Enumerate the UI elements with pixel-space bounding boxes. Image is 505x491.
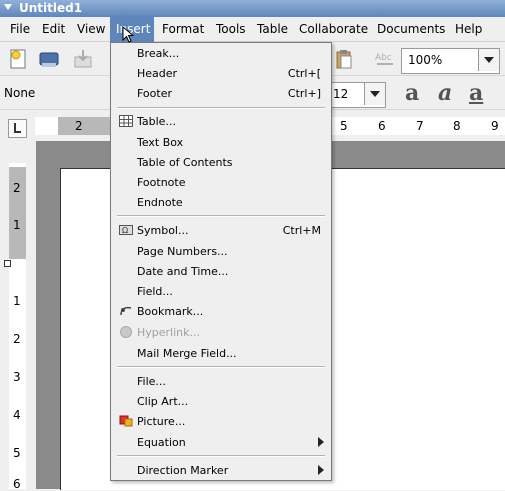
menu-item-hyperlink: Hyperlink... <box>137 326 200 339</box>
tab-stop-selector-icon[interactable] <box>8 119 27 138</box>
symbol-icon: Ω <box>119 224 133 236</box>
zoom-combo[interactable]: 100% <box>401 48 500 74</box>
menu-shortcut: Ctrl+[ <box>287 67 321 80</box>
paste-icon[interactable] <box>333 48 355 70</box>
menu-separator <box>117 455 325 457</box>
ruler-number: 8 <box>453 119 461 133</box>
menu-item-mail-merge-field[interactable]: Mail Merge Field... <box>137 347 237 360</box>
menu-item-endnote[interactable]: Endnote <box>137 196 183 209</box>
font-size-combo[interactable]: 12 <box>330 82 386 108</box>
title-bar: Untitled1 <box>0 0 505 17</box>
new-document-icon[interactable] <box>8 48 30 70</box>
menu-edit[interactable]: Edit <box>42 22 65 36</box>
menu-shortcut: Ctrl+M <box>282 224 321 237</box>
ruler-number: 3 <box>13 370 21 384</box>
menu-item-direction-marker[interactable]: Direction Marker <box>137 464 228 477</box>
ruler-number: 9 <box>491 119 499 133</box>
menu-item-symbol[interactable]: Symbol... <box>137 224 188 237</box>
insert-menu: Break... Header Ctrl+[ Footer Ctrl+] Tab… <box>110 42 332 481</box>
save-document-icon[interactable] <box>72 48 94 70</box>
svg-text:Abc: Abc <box>375 53 392 63</box>
svg-text:Ω: Ω <box>122 226 128 235</box>
menu-help[interactable]: Help <box>455 22 482 36</box>
ruler-number: 1 <box>13 294 21 308</box>
ruler-number: 7 <box>416 119 424 133</box>
menu-documents[interactable]: Documents <box>377 22 445 36</box>
menu-item-break[interactable]: Break... <box>137 47 179 60</box>
menu-item-date-and-time[interactable]: Date and Time... <box>137 265 228 278</box>
bold-icon[interactable]: a <box>405 80 419 106</box>
menu-item-equation[interactable]: Equation <box>137 436 186 449</box>
menu-item-field[interactable]: Field... <box>137 285 173 298</box>
ruler-number: 4 <box>13 408 21 422</box>
menu-table[interactable]: Table <box>257 22 288 36</box>
menu-item-page-numbers[interactable]: Page Numbers... <box>137 245 228 258</box>
window-title: Untitled1 <box>19 1 83 15</box>
menu-item-footer[interactable]: Footer <box>137 87 172 100</box>
style-combo[interactable]: None <box>4 86 35 100</box>
menu-item-table[interactable]: Table... <box>137 115 176 128</box>
ruler-number: 6 <box>378 119 386 133</box>
vertical-ruler[interactable]: 2 1 1 2 3 4 5 6 <box>9 163 26 491</box>
zoom-dropdown-button[interactable] <box>478 49 499 71</box>
menu-shortcut: Ctrl+] <box>287 87 321 100</box>
menu-collaborate[interactable]: Collaborate <box>299 22 368 36</box>
zoom-value: 100% <box>408 53 443 67</box>
menu-tools[interactable]: Tools <box>216 22 246 36</box>
italic-icon[interactable]: a <box>438 80 452 106</box>
open-document-icon[interactable] <box>38 48 60 70</box>
submenu-arrow-icon <box>318 465 324 475</box>
menu-item-table-of-contents[interactable]: Table of Contents <box>137 156 233 169</box>
mouse-cursor-icon <box>122 25 136 44</box>
menu-item-bookmark[interactable]: Bookmark... <box>137 305 203 318</box>
submenu-arrow-icon <box>318 437 324 447</box>
menu-file[interactable]: File <box>10 22 30 36</box>
ruler-number: 5 <box>340 119 348 133</box>
menu-bar: File Edit View Insert Format Tools Table… <box>0 17 505 42</box>
vertical-ruler-area: 2 1 1 2 3 4 5 6 <box>0 141 40 491</box>
ruler-number: 2 <box>13 181 21 195</box>
menu-separator <box>117 215 325 217</box>
menu-item-picture[interactable]: Picture... <box>137 415 185 428</box>
font-size-dropdown-button[interactable] <box>364 83 385 105</box>
spellcheck-icon[interactable]: Abc <box>374 48 396 70</box>
ruler-number: 2 <box>13 332 21 346</box>
ruler-number: 5 <box>13 446 21 460</box>
chevron-down-icon <box>484 57 494 63</box>
ruler-number: 1 <box>13 218 21 232</box>
menu-item-file[interactable]: File... <box>137 375 166 388</box>
underline-icon[interactable]: a <box>469 80 483 106</box>
hyperlink-icon <box>119 326 133 338</box>
font-size-value: 12 <box>333 87 349 101</box>
ruler-number: 2 <box>75 119 83 133</box>
bookmark-icon <box>119 305 133 317</box>
table-icon <box>119 115 133 127</box>
picture-icon <box>119 415 133 427</box>
menu-item-clip-art[interactable]: Clip Art... <box>137 395 188 408</box>
menu-format[interactable]: Format <box>162 22 204 36</box>
menu-item-footnote[interactable]: Footnote <box>137 176 186 189</box>
margin-handle[interactable] <box>4 260 11 267</box>
menu-separator <box>117 107 325 109</box>
menu-item-header[interactable]: Header <box>137 67 177 80</box>
chevron-down-icon <box>370 91 380 97</box>
menu-separator <box>117 366 325 368</box>
window-menu-icon[interactable] <box>4 4 12 10</box>
menu-item-text-box[interactable]: Text Box <box>137 136 183 149</box>
menu-view[interactable]: View <box>77 22 105 36</box>
